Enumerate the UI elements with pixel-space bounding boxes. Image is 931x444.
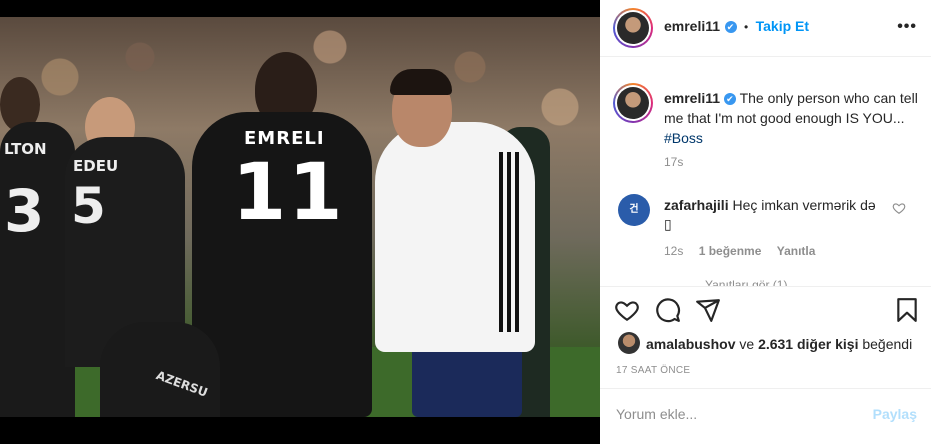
player-mid-jersey-name: EDEU (73, 157, 119, 175)
caption: emreli11 ✔ The only person who can tell … (664, 88, 919, 148)
post-photo[interactable]: LTON 3 EDEU 5 EMRELI 11 AZERSU (0, 17, 600, 417)
player-main-jersey-name: EMRELI (244, 128, 325, 149)
likes-summary: amalabushov ve 2.631 diğer kişi beğendi (646, 336, 912, 352)
header-separator: • (743, 20, 749, 34)
caption-hashtag[interactable]: #Boss (664, 130, 703, 146)
coach-sleeve-stripes (499, 152, 521, 332)
view-replies-button[interactable]: Yanıtları gör (1) (705, 276, 787, 286)
verified-icon: ✔ (724, 20, 737, 33)
comment-meta: 12s 1 beğenme Yanıtla (664, 244, 815, 258)
comment-input[interactable] (616, 406, 866, 422)
comment-likes[interactable]: 1 beğenme (699, 244, 762, 258)
comment-reply-button[interactable]: Yanıtla (777, 244, 816, 258)
comment-bar: Paylaş (600, 388, 931, 444)
player-left: LTON 3 (0, 122, 75, 417)
likes-connector: ve (735, 336, 759, 352)
player-left-jersey-name: LTON (4, 140, 47, 158)
header-avatar-ring[interactable] (613, 8, 653, 48)
coach (375, 122, 535, 352)
player-left-jersey-number: 3 (4, 177, 45, 245)
comment-bubble-icon[interactable] (655, 297, 681, 323)
comment-like-icon[interactable] (892, 201, 906, 215)
bookmark-icon[interactable] (894, 297, 920, 323)
player-kneeling: AZERSU (100, 322, 220, 417)
commenter-avatar[interactable]: 건 (618, 194, 650, 226)
post-header: emreli11 ✔ • Takip Et ••• (600, 0, 931, 57)
comment-username[interactable]: zafarhajili (664, 197, 729, 213)
follow-button[interactable]: Takip Et (756, 18, 809, 34)
likes-others-link[interactable]: 2.631 diğer kişi (758, 336, 858, 352)
like-heart-icon[interactable] (614, 297, 640, 323)
actions-divider (600, 286, 931, 287)
post-timestamp[interactable]: 17 SAAT ÖNCE (616, 365, 690, 376)
post-side-panel: emreli11 ✔ • Takip Et ••• emreli11 ✔ The… (600, 0, 931, 444)
header-username[interactable]: emreli11 (664, 18, 720, 34)
caption-avatar-ring[interactable] (613, 83, 653, 123)
caption-avatar (617, 87, 649, 119)
liker-username[interactable]: amalabushov (646, 336, 735, 352)
comment-emoji: ▯ (664, 216, 672, 232)
comment-text: Heç imkan vermərik də (732, 197, 876, 213)
caption-verified-icon: ✔ (723, 93, 736, 106)
post-comment-button[interactable]: Paylaş (873, 406, 917, 422)
player-kneeling-jersey-text: AZERSU (154, 368, 210, 400)
send-share-icon[interactable] (695, 297, 721, 323)
coach-hair (390, 69, 452, 95)
caption-username[interactable]: emreli11 (664, 90, 720, 106)
more-options-icon[interactable]: ••• (897, 18, 917, 36)
comment-time[interactable]: 12s (664, 244, 683, 258)
player-main-jersey-number: 11 (232, 148, 345, 238)
comment: zafarhajili Heç imkan vermərik də ▯ (664, 196, 889, 234)
player-mid-jersey-number: 5 (71, 177, 106, 235)
header-avatar (617, 12, 649, 44)
liker-avatar[interactable] (618, 332, 640, 354)
caption-time[interactable]: 17s (664, 155, 683, 169)
likes-suffix: beğendi (858, 336, 913, 352)
